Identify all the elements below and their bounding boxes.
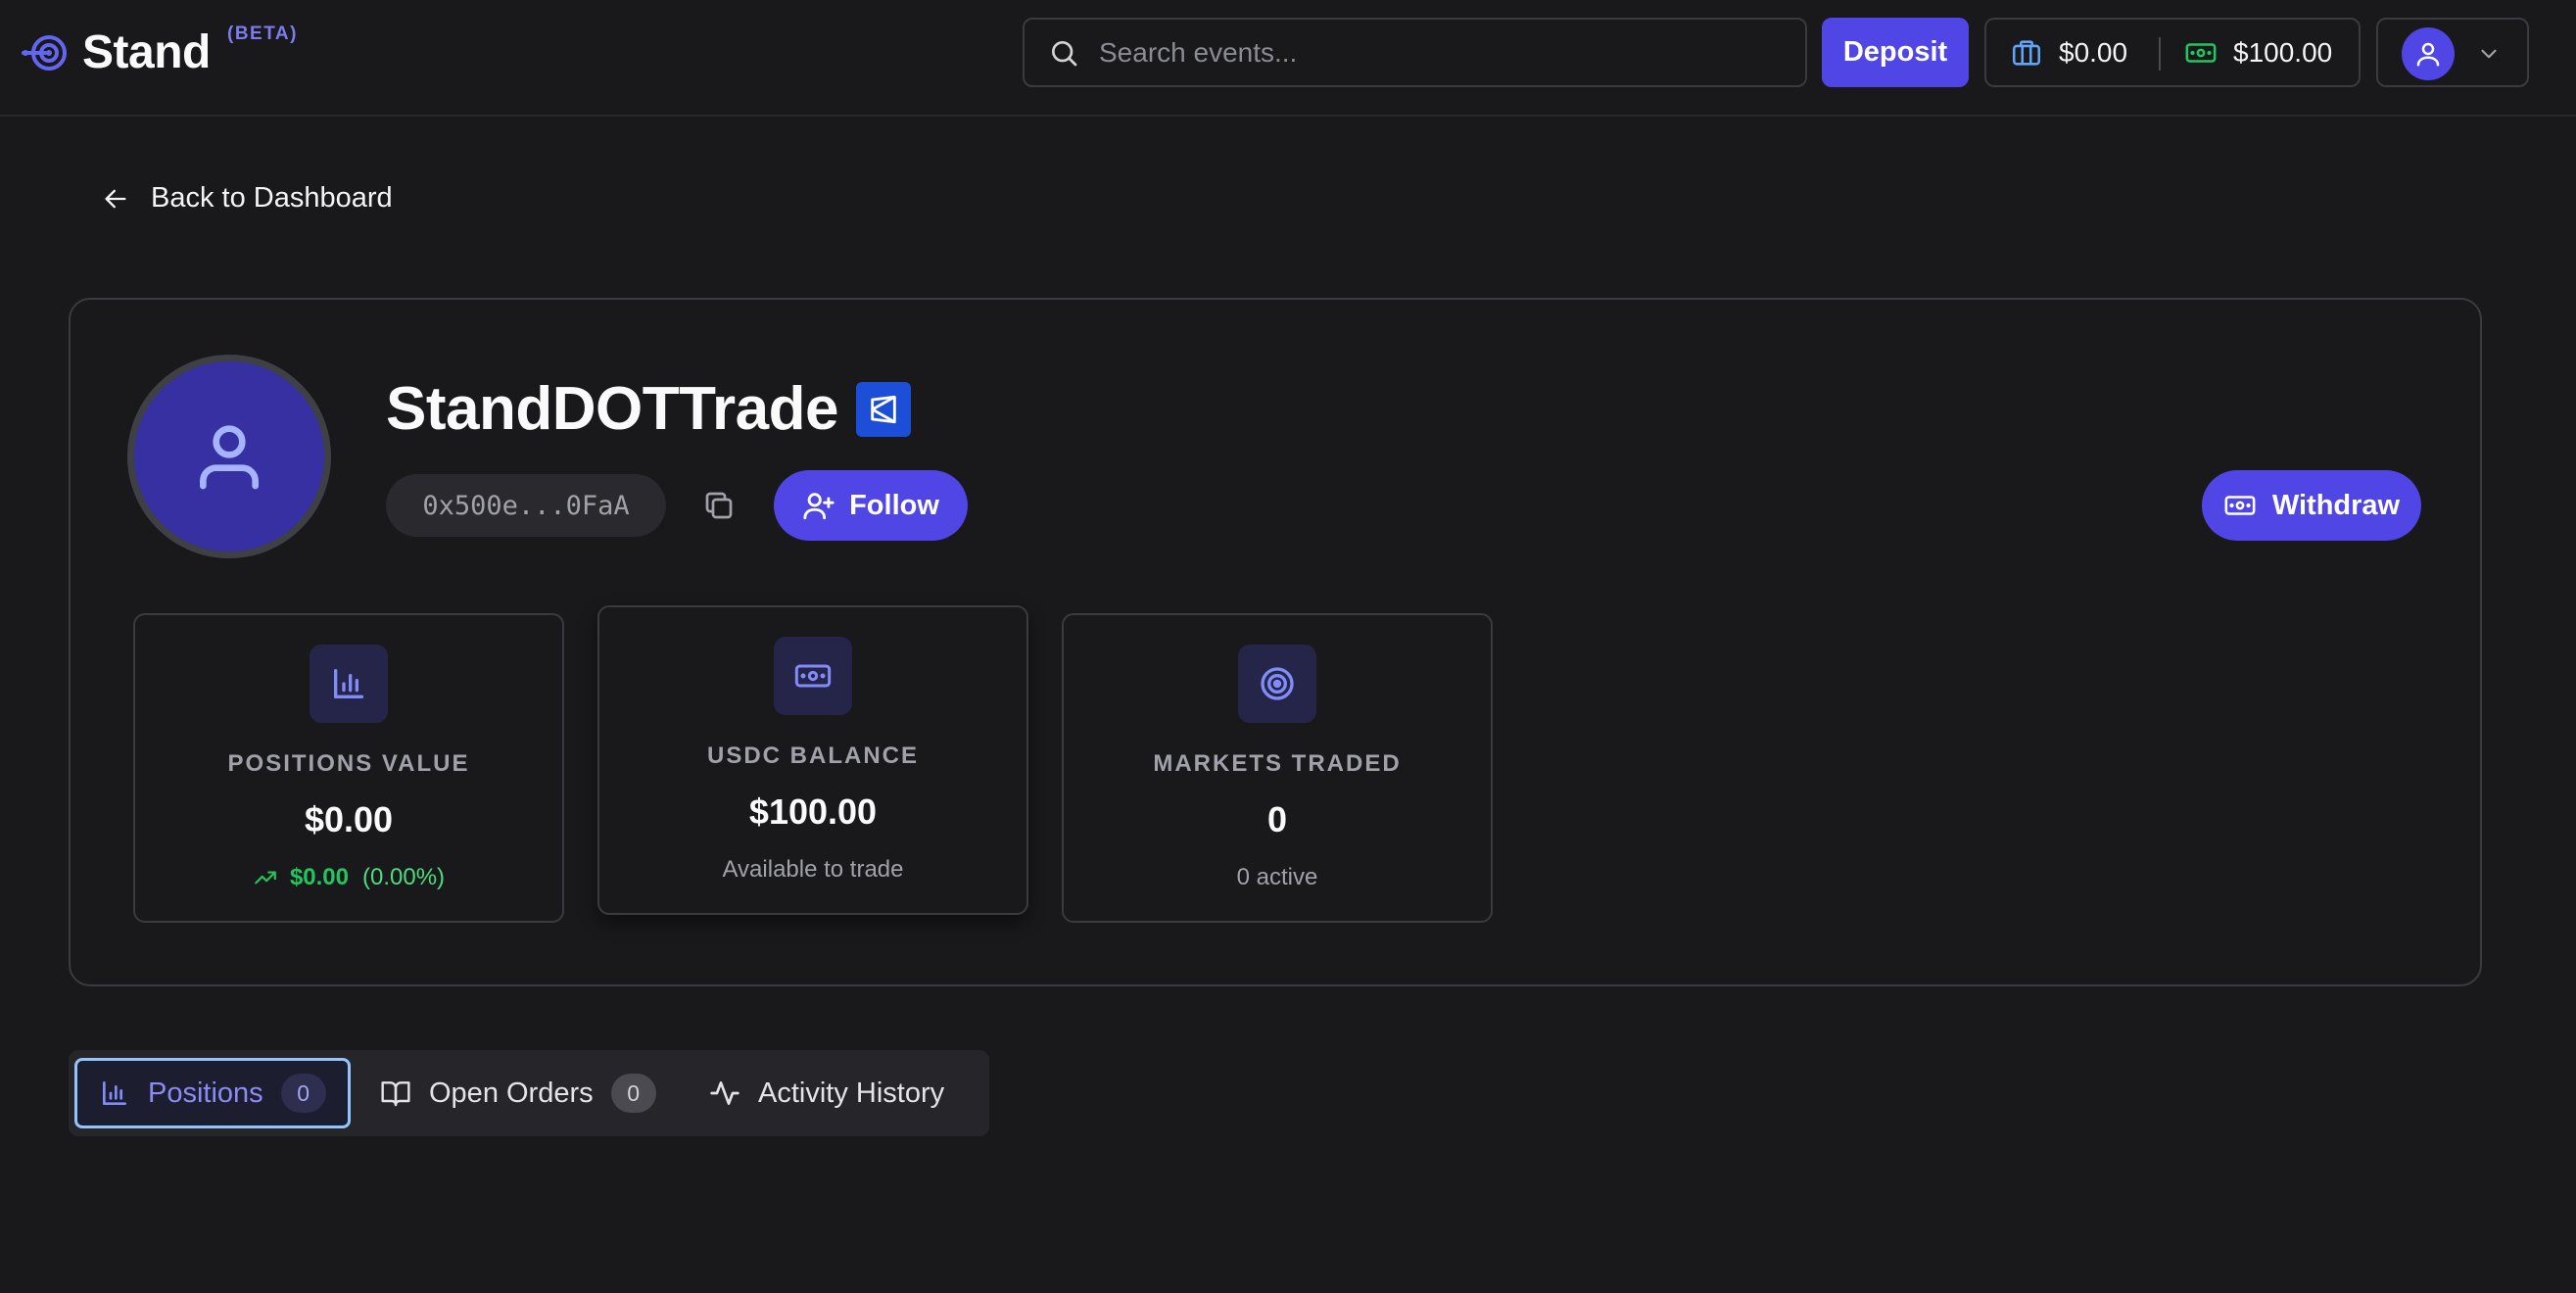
copy-icon[interactable] <box>701 488 737 523</box>
withdraw-label: Withdraw <box>2271 489 2401 521</box>
chevron-down-icon <box>2481 49 2497 59</box>
user-icon <box>200 425 259 490</box>
book-open-icon <box>381 1081 410 1107</box>
stat-sub: 0 active <box>1236 864 1318 890</box>
bar-chart-icon <box>103 1081 126 1105</box>
stat-label: USDC BALANCE <box>707 742 919 769</box>
usdc-balance-card: USDC BALANCE $100.00 Available to trade <box>597 605 1028 915</box>
verified-logo-icon <box>871 395 896 424</box>
stat-icon-box <box>310 645 388 723</box>
follow-button[interactable]: Follow <box>774 470 968 541</box>
banknote-icon <box>794 664 832 688</box>
avatar <box>2402 27 2455 80</box>
deposit-button[interactable]: Deposit <box>1822 18 1969 87</box>
tab-label: Positions <box>148 1077 263 1109</box>
activity-icon <box>710 1081 739 1105</box>
pnl-value: $0.00 <box>289 864 349 890</box>
tab-positions[interactable]: Positions 0 <box>74 1058 351 1128</box>
stat-value: $100.00 <box>748 791 878 832</box>
back-to-dashboard-link[interactable]: Back to Dashboard <box>102 182 393 215</box>
banknote-icon <box>2185 42 2217 63</box>
follow-label: Follow <box>849 489 939 521</box>
tab-open-orders[interactable]: Open Orders 0 <box>380 1058 674 1128</box>
bar-chart-icon <box>334 669 363 698</box>
stat-value: 0 <box>1266 799 1288 839</box>
portfolio-balance-value: $0.00 <box>2059 36 2128 68</box>
balance-divider <box>2159 37 2161 71</box>
arrow-left-icon <box>105 189 126 208</box>
profile-username: StandDOTTrade <box>386 375 839 443</box>
stat-icon-box <box>1238 645 1316 723</box>
profile-tabs: Positions 0 Open Orders 0 Activity Histo… <box>69 1050 989 1136</box>
back-label: Back to Dashboard <box>151 182 393 214</box>
search-input[interactable] <box>1099 36 1785 69</box>
tab-label: Activity History <box>758 1077 945 1109</box>
search-icon <box>1052 40 1077 66</box>
stat-value: $0.00 <box>304 799 394 839</box>
profile-card: StandDOTTrade 0x500e...0FaA Follow Withd… <box>69 298 2482 986</box>
tab-count-badge: 0 <box>280 1074 326 1113</box>
verified-badge <box>856 382 911 437</box>
profile-avatar <box>127 355 331 558</box>
tab-count-badge: 0 <box>610 1074 656 1113</box>
tab-activity-history[interactable]: Activity History <box>709 1058 983 1128</box>
stat-label: MARKETS TRADED <box>1153 750 1402 777</box>
target-icon <box>1261 667 1294 700</box>
markets-traded-card: MARKETS TRADED 0 0 active <box>1062 613 1493 923</box>
cash-balance: $100.00 <box>2184 36 2332 70</box>
positions-value-card: POSITIONS VALUE $0.00 $0.00 (0.00%) <box>133 613 564 923</box>
portfolio-balance: $0.00 <box>2010 36 2127 70</box>
target-logo-icon <box>22 34 67 71</box>
balance-summary[interactable]: $0.00 $100.00 <box>1984 18 2361 87</box>
tab-label: Open Orders <box>429 1077 594 1109</box>
user-menu[interactable] <box>2376 18 2529 87</box>
stat-sub: Available to trade <box>722 856 904 883</box>
search-bar[interactable] <box>1023 18 1807 87</box>
user-plus-icon <box>803 493 835 520</box>
banknote-icon <box>2224 496 2256 515</box>
beta-badge: (BETA) <box>227 24 298 44</box>
stat-icon-box <box>774 637 852 715</box>
top-navbar: Stand (BETA) Deposit $0.00 $100.00 <box>0 0 2576 117</box>
brand-name: Stand <box>82 26 211 78</box>
brand-logo[interactable]: Stand <box>22 25 211 79</box>
trending-up-icon <box>255 871 276 885</box>
withdraw-button[interactable]: Withdraw <box>2202 470 2421 541</box>
cash-balance-value: $100.00 <box>2233 36 2333 68</box>
pnl-summary: $0.00 (0.00%) <box>135 864 562 891</box>
briefcase-icon <box>2012 39 2041 66</box>
user-icon <box>2416 42 2440 67</box>
stat-label: POSITIONS VALUE <box>227 750 470 777</box>
pnl-percent: (0.00%) <box>362 864 446 890</box>
wallet-address: 0x500e...0FaA <box>386 474 666 537</box>
